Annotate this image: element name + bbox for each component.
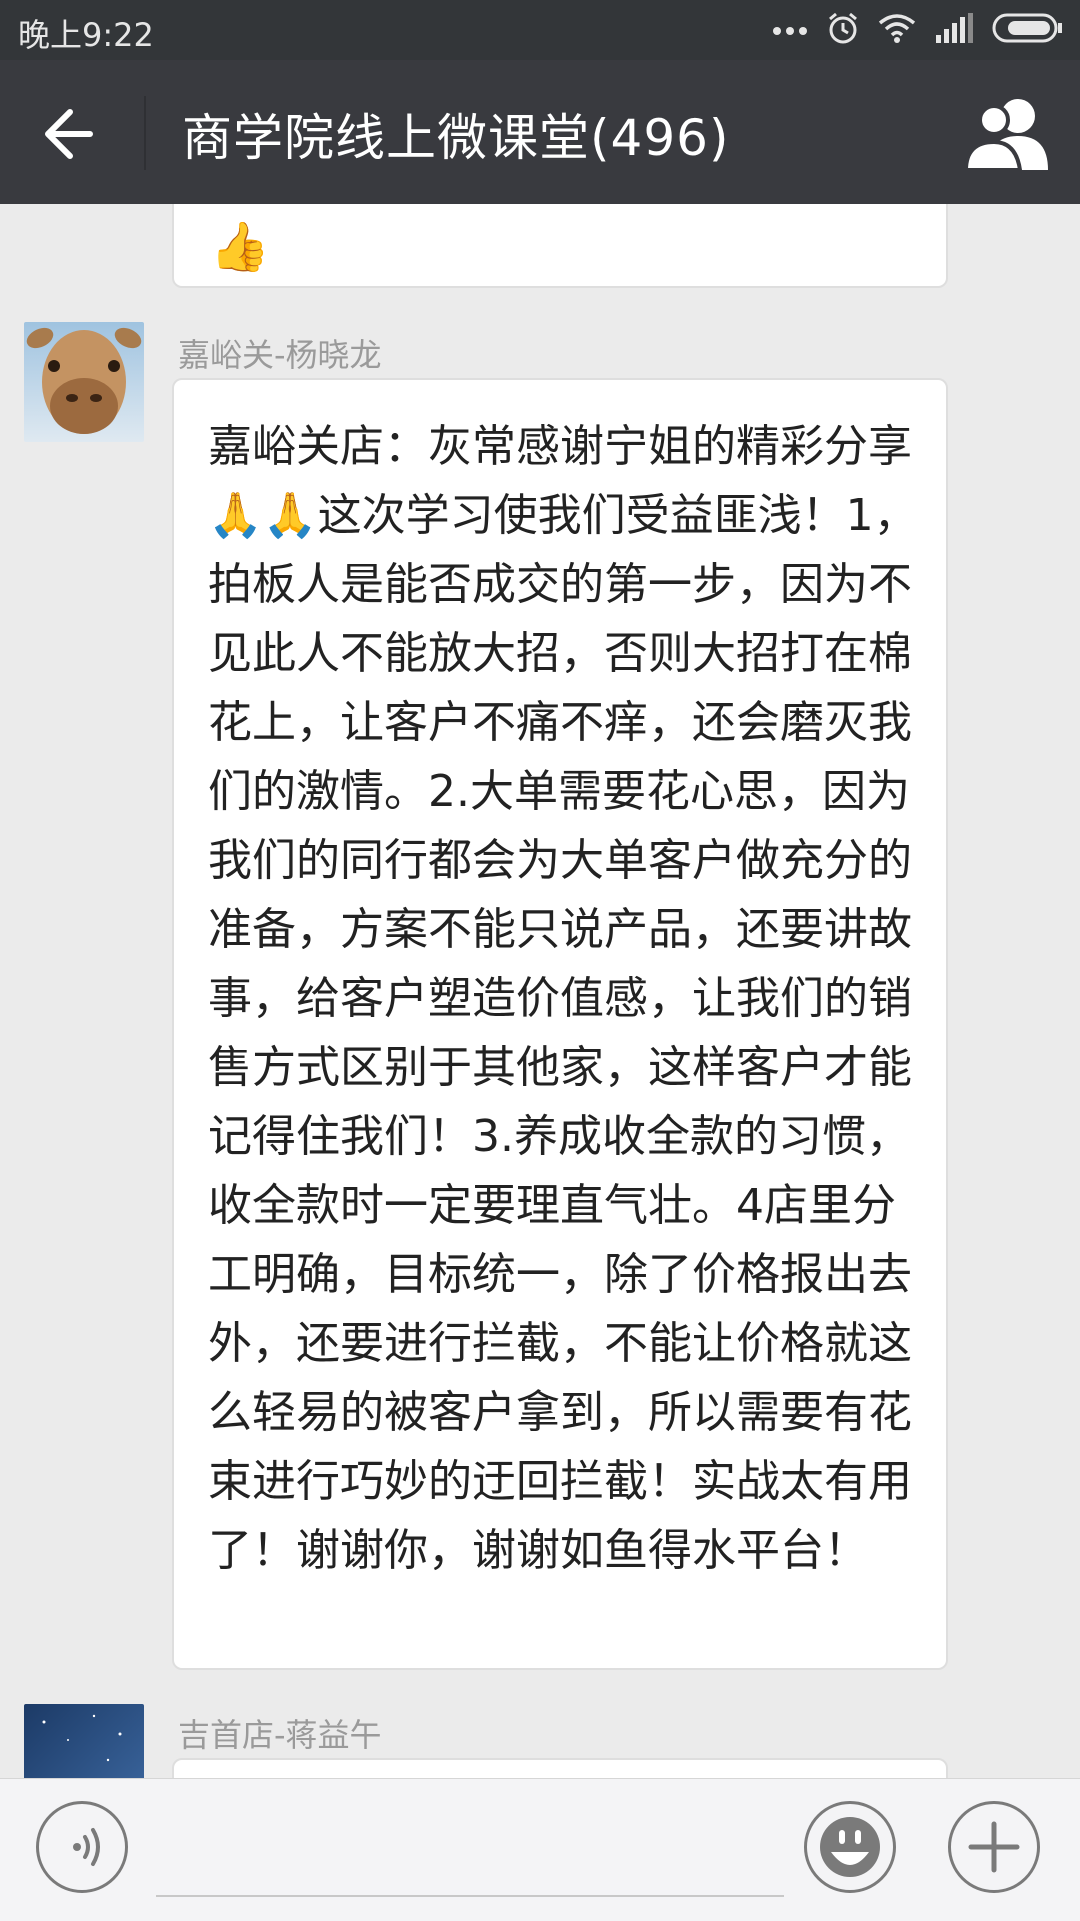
night-sky-avatar bbox=[24, 1704, 144, 1778]
message-bubble[interactable]: 嘉峪关店：灰常感谢宁姐的精彩分享🙏🙏这次学习使我们受益匪浅！1，拍板人是能否成交… bbox=[172, 378, 948, 1670]
title-divider bbox=[144, 96, 146, 170]
wifi-icon bbox=[878, 13, 916, 47]
chat-header: 商学院线上微课堂(496) bbox=[0, 60, 1080, 204]
sender-name: 吉首店-蒋益午 bbox=[178, 1716, 382, 1754]
avatar[interactable] bbox=[24, 322, 144, 442]
status-icons bbox=[772, 10, 1064, 50]
more-dots-icon bbox=[772, 21, 808, 40]
message-bubble[interactable]: 👍 bbox=[172, 204, 948, 288]
battery-icon bbox=[992, 13, 1064, 47]
group-members-icon bbox=[963, 99, 1048, 172]
emoji-smiley-icon bbox=[820, 1817, 880, 1877]
emoji-button[interactable] bbox=[804, 1801, 896, 1893]
alarm-icon bbox=[826, 11, 860, 49]
giraffe-avatar bbox=[24, 322, 144, 442]
plus-icon bbox=[968, 1821, 1020, 1873]
input-bar bbox=[0, 1778, 1080, 1921]
voice-button[interactable] bbox=[36, 1801, 128, 1893]
message-input[interactable] bbox=[156, 1803, 784, 1897]
more-button[interactable] bbox=[948, 1801, 1040, 1893]
thumbs-up-emoji: 👍 bbox=[210, 219, 270, 275]
sender-name: 嘉峪关-杨晓龙 bbox=[178, 336, 382, 374]
avatar[interactable] bbox=[24, 1704, 144, 1778]
group-members-button[interactable] bbox=[963, 96, 1054, 172]
status-bar: 晚上9:22 bbox=[0, 0, 1080, 60]
message-bubble[interactable] bbox=[172, 1758, 948, 1778]
back-button[interactable] bbox=[30, 92, 114, 176]
voice-icon bbox=[73, 1828, 100, 1866]
signal-icon bbox=[934, 13, 974, 47]
message-list[interactable]: 👍 嘉峪关-杨晓龙 嘉峪关店：灰常感谢宁姐的精彩分享🙏🙏这次学习使我们受益匪浅！… bbox=[0, 204, 1080, 1778]
back-arrow-icon bbox=[45, 109, 93, 159]
chat-title: 商学院线上微课堂(496) bbox=[182, 109, 730, 167]
status-time: 晚上9:22 bbox=[18, 16, 154, 54]
message-text: 嘉峪关店：灰常感谢宁姐的精彩分享🙏🙏这次学习使我们受益匪浅！1，拍板人是能否成交… bbox=[208, 421, 918, 1576]
